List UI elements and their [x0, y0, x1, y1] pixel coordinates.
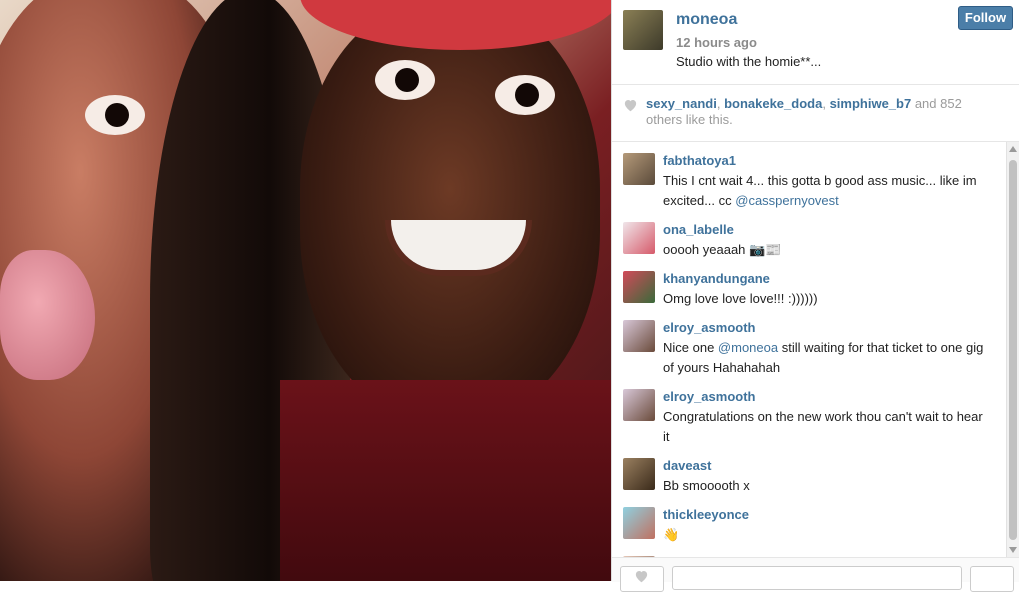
comment-text: Bb smooooth x [663, 478, 750, 493]
comment-text: ooooh yeaaah 📷📰 [663, 242, 782, 257]
commenter-username[interactable]: thickleeyonce [663, 507, 990, 523]
likes-suffix: others like this. [646, 112, 733, 127]
scroll-down-arrow-icon[interactable] [1009, 547, 1017, 553]
commenter-avatar[interactable] [623, 222, 655, 254]
author-avatar[interactable] [623, 10, 663, 50]
comment-text: This I cnt wait 4... this gotta b good a… [663, 173, 977, 208]
comment-text: Congratulations on the new work thou can… [663, 409, 983, 444]
comment-item: elroy_asmooth Congratulations on the new… [612, 389, 1019, 447]
commenter-username[interactable]: daveast [663, 458, 990, 474]
comments-list: fabthatoya1 This I cnt wait 4... this go… [612, 142, 1019, 557]
commenter-avatar[interactable] [623, 389, 655, 421]
follow-button[interactable]: Follow [958, 6, 1013, 30]
mention-link[interactable]: @moneoa [718, 340, 778, 355]
comment-text: 👋 [663, 527, 680, 542]
likes-summary: sexy_nandi, bonakeke_doda, simphiwe_b7 a… [612, 85, 1019, 142]
comment-item: ona_labelle ooooh yeaaah 📷📰 [612, 222, 1019, 260]
commenter-avatar[interactable] [623, 320, 655, 352]
commenter-username[interactable]: elroy_asmooth [663, 389, 990, 405]
comment-item: elroy_asmooth Nice one @moneoa still wai… [612, 320, 1019, 378]
liker-link[interactable]: bonakeke_doda [724, 96, 822, 111]
heart-icon [634, 569, 649, 588]
author-username[interactable]: moneoa [676, 11, 737, 29]
liker-link[interactable]: sexy_nandi [646, 96, 717, 111]
comment-footer [612, 557, 1019, 592]
comments-scrollbar[interactable] [1006, 142, 1019, 557]
commenter-avatar[interactable] [623, 507, 655, 539]
scroll-up-arrow-icon[interactable] [1009, 146, 1017, 152]
comment-text: Nice one @moneoa still waiting for that … [663, 340, 984, 375]
comment-item: daveast Bb smooooth x [612, 458, 1019, 496]
scroll-thumb[interactable] [1009, 160, 1017, 540]
more-options-button[interactable] [970, 566, 1014, 592]
commenter-username[interactable]: ona_labelle [663, 222, 990, 238]
post-header: moneoa 12 hours ago Studio with the homi… [612, 0, 1019, 85]
mention-link[interactable]: @casspernyovest [735, 193, 839, 208]
commenter-username[interactable]: khanyandungane [663, 271, 990, 287]
post-side-panel: moneoa 12 hours ago Studio with the homi… [611, 0, 1019, 592]
post-timestamp[interactable]: 12 hours ago [676, 35, 757, 50]
post-photo [0, 0, 611, 581]
likes-text: sexy_nandi, bonakeke_doda, simphiwe_b7 a… [646, 96, 986, 128]
comment-input[interactable] [672, 566, 962, 590]
commenter-avatar[interactable] [623, 271, 655, 303]
commenter-avatar[interactable] [623, 458, 655, 490]
comment-item: fabthatoya1 This I cnt wait 4... this go… [612, 153, 1019, 211]
like-button[interactable] [620, 566, 664, 592]
heart-icon [624, 100, 637, 112]
likes-count[interactable]: and 852 [911, 96, 962, 111]
post-caption: Studio with the homie**... [676, 54, 822, 69]
commenter-avatar[interactable] [623, 153, 655, 185]
commenter-username[interactable]: elroy_asmooth [663, 320, 990, 336]
comment-item: khanyandungane Omg love love love!!! :))… [612, 271, 1019, 309]
comment-text: Omg love love love!!! :)))))) [663, 291, 818, 306]
comment-item: thickleeyonce 👋 [612, 507, 1019, 545]
liker-link[interactable]: simphiwe_b7 [830, 96, 912, 111]
commenter-username[interactable]: fabthatoya1 [663, 153, 990, 169]
